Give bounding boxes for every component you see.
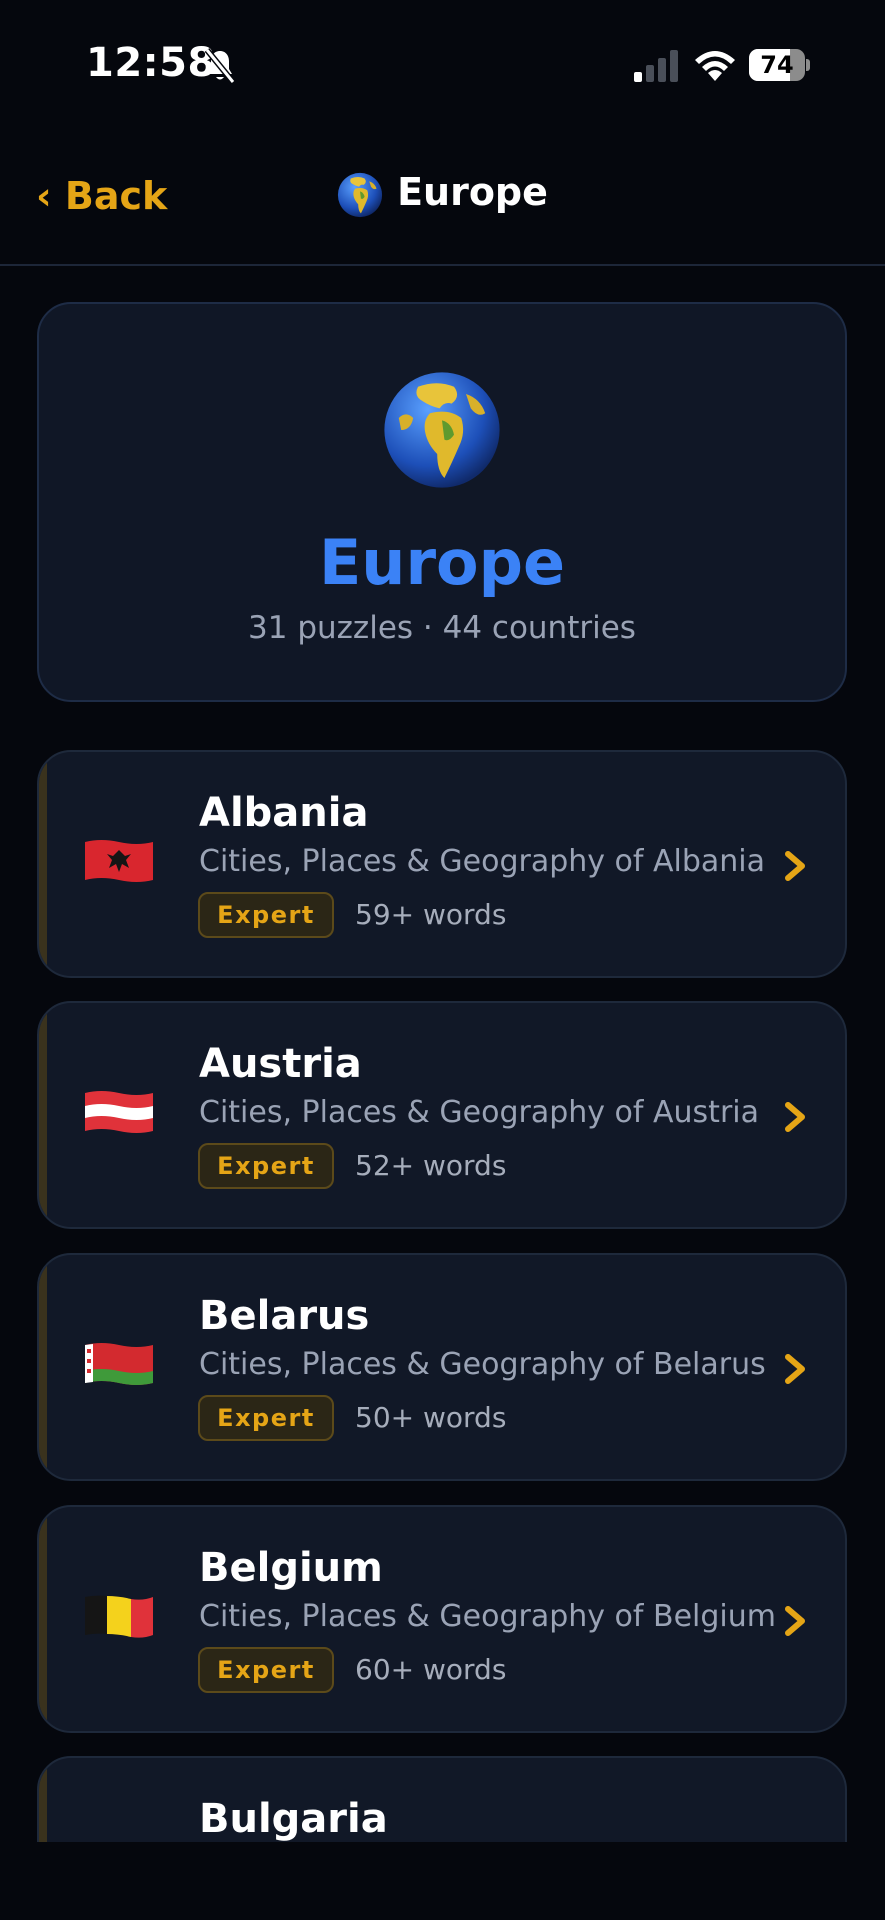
country-card-belarus[interactable]: Belarus Cities, Places & Geography of Be… [37,1253,847,1481]
word-count: 50+ words [355,1401,507,1434]
signal-icon [634,50,678,82]
country-card-bulgaria[interactable]: Bulgaria [37,1756,847,1842]
nav-bar: ‹ Back Europe [0,140,885,266]
country-description: Cities, Places & Geography of Albania [199,844,766,879]
country-card-austria[interactable]: Austria Cities, Places & Geography of Au… [37,1001,847,1229]
albania-flag-icon [85,840,153,882]
wifi-icon [695,51,735,81]
word-count: 60+ words [355,1653,507,1686]
country-card-belgium[interactable]: Belgium Cities, Places & Geography of Be… [37,1505,847,1733]
country-name: Belarus [199,1293,370,1339]
austria-flag-icon [85,1091,153,1133]
difficulty-badge: Expert [198,892,334,938]
difficulty-badge: Expert [198,1395,334,1441]
region-header-card: Europe 31 puzzles · 44 countries [37,302,847,702]
chevron-right-icon [785,1606,805,1636]
country-name: Bulgaria [199,1796,388,1842]
difficulty-badge: Expert [198,1647,334,1693]
belarus-flag-icon [85,1343,153,1385]
country-list: Albania Cities, Places & Geography of Al… [0,748,885,1842]
battery-level-text: 74 [760,51,794,79]
region-title: Europe [318,526,566,599]
bell-slash-icon [204,48,236,84]
country-description: Cities, Places & Geography of Belarus [199,1347,766,1382]
country-name: Albania [199,790,369,836]
status-bar: 12:58 74 [0,0,885,130]
difficulty-badge: Expert [198,1143,334,1189]
chevron-right-icon [785,851,805,881]
nav-title-container: Europe [0,170,885,218]
region-stats: 31 puzzles · 44 countries [248,610,636,646]
country-description: Cities, Places & Geography of Austria [199,1095,759,1130]
globe-emoji-icon [337,172,383,217]
country-card-albania[interactable]: Albania Cities, Places & Geography of Al… [37,750,847,978]
word-count: 52+ words [355,1149,507,1182]
chevron-right-icon [785,1354,805,1384]
belgium-flag-icon [85,1595,153,1638]
status-time: 12:58 [86,40,216,86]
nav-title: Europe [397,170,548,214]
word-count: 59+ words [355,898,507,931]
battery-icon: 74 [749,49,810,81]
country-name: Austria [199,1041,362,1087]
chevron-right-icon [785,1102,805,1132]
country-name: Belgium [199,1545,383,1591]
country-description: Cities, Places & Geography of Belgium [199,1599,777,1634]
globe-emoji-icon [384,372,500,488]
